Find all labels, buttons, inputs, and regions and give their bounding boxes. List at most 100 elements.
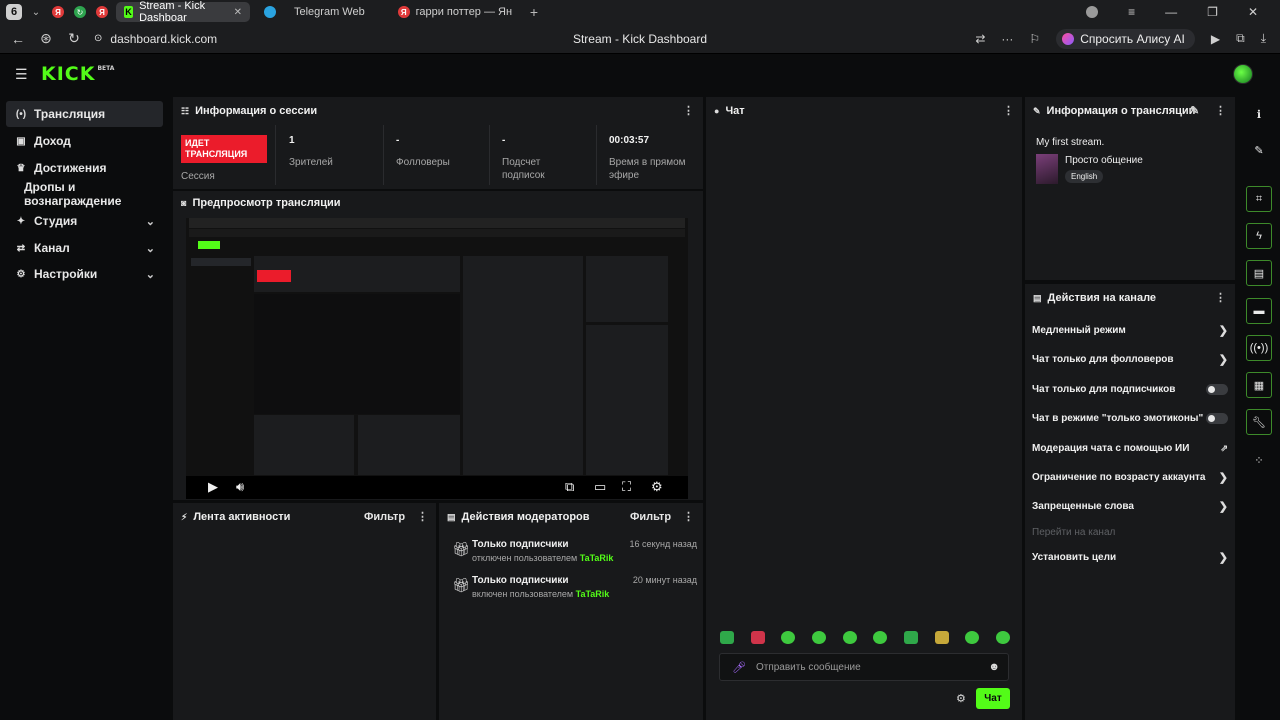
url-field[interactable]: ⊙ dashboard.kick.com (94, 32, 217, 46)
emotes-only-toggle[interactable] (1206, 412, 1228, 424)
fullscreen-icon[interactable]: ⛶ (622, 479, 631, 495)
alice-button[interactable]: Спросить Алису AI (1056, 28, 1195, 49)
mod-item-user[interactable]: TaTaRik (576, 589, 610, 599)
action-label: Перейти на канал (1032, 526, 1116, 538)
kebab-menu-icon[interactable]: ⋮ (683, 104, 694, 117)
bookmark-icon[interactable]: ⚐ (1029, 32, 1040, 46)
edit-icon[interactable]: ✎ (1246, 137, 1272, 163)
info-icon[interactable]: ℹ (1246, 101, 1272, 127)
profile-icon[interactable] (1086, 6, 1099, 18)
volume-icon[interactable]: 🔊︎ (236, 479, 244, 495)
menu-icon[interactable]: ≡ (1128, 5, 1135, 19)
hamburger-menu-icon[interactable]: ☰ (15, 66, 28, 83)
divider (275, 125, 276, 185)
panel-title: Действия на канале (1047, 292, 1157, 304)
emote-icon[interactable] (811, 631, 826, 644)
emote-icon[interactable] (720, 631, 734, 644)
kick-logo[interactable]: KICK BETA (41, 63, 114, 85)
microphone-icon[interactable]: 🎤︎ (732, 661, 746, 674)
mod-item-time: 16 секунд назад (629, 539, 697, 549)
kebab-menu-icon[interactable]: ⋮ (1215, 104, 1226, 117)
pip-icon[interactable]: ⧉ (565, 479, 574, 495)
account-age-item[interactable]: Ограничение по возрасту аккаунта ❯ (1032, 467, 1228, 487)
avatar[interactable] (1233, 64, 1253, 84)
emote-icon[interactable] (781, 631, 796, 644)
chat-settings-icon[interactable]: ⚙ (956, 692, 966, 705)
tab-yandex-search[interactable]: Я гарри поттер — Яндекс: н (390, 2, 520, 22)
yandex-tab-icon[interactable]: Я (94, 4, 110, 20)
sidebar-item-settings[interactable]: ⚙ Настройки ⌄ (6, 261, 163, 287)
panel-title: Информация о сессии (195, 105, 318, 117)
set-goals-item[interactable]: Установить цели ❯ (1032, 547, 1228, 567)
stat-subscriptions: - Подсчет подписок (502, 125, 582, 182)
tab-telegram[interactable]: Telegram Web (256, 2, 384, 22)
kebab-menu-icon[interactable]: ⋮ (417, 510, 428, 523)
yandex-tab-icon[interactable]: Я (50, 4, 66, 20)
restore-icon[interactable]: ❐ (1207, 5, 1218, 19)
sidebar-item-label: Студия (34, 214, 78, 228)
broadcast-icon[interactable]: ((•)) (1246, 335, 1272, 361)
capture-icon[interactable]: ⌗ (1246, 186, 1272, 212)
kebab-menu-icon[interactable]: ⋮ (683, 510, 694, 523)
site-info-icon[interactable]: ⊙ (94, 33, 102, 44)
filter-button[interactable]: Фильтр (364, 511, 405, 523)
emote-icon[interactable] (873, 631, 888, 644)
sidebar-item-achievements[interactable]: ♛ Достижения (6, 155, 163, 181)
refresh-tab-icon[interactable]: ↻ (72, 4, 88, 20)
gear-icon[interactable]: ⚙ (651, 479, 663, 495)
downloads-icon[interactable]: ⤓ (1261, 31, 1266, 46)
close-window-icon[interactable]: ✕ (1248, 5, 1258, 19)
sidebar-item-label: Канал (34, 241, 70, 255)
emote-icon[interactable] (995, 631, 1010, 644)
media-icon[interactable]: ▶ (1211, 32, 1220, 46)
banned-words-item[interactable]: Запрещенные слова ❯ (1032, 496, 1228, 516)
translate-icon[interactable]: ⇄ (975, 32, 985, 46)
filter-button[interactable]: Фильтр (630, 511, 671, 523)
close-icon[interactable]: ✕ (234, 7, 242, 18)
tab-kick-dashboard[interactable]: K Stream - Kick Dashboar ✕ (116, 0, 250, 24)
kick-favicon-icon: K (124, 6, 134, 18)
tab-count-badge[interactable]: 6 (6, 4, 22, 20)
emote-icon[interactable] (934, 631, 949, 644)
wrench-icon[interactable]: 🔧︎ (1246, 409, 1272, 435)
ai-moderation-item[interactable]: Модерация чата с помощью ИИ ⇗ (1032, 438, 1228, 458)
collections-icon[interactable]: ⧉ (1236, 31, 1245, 46)
play-icon[interactable]: ▶ (208, 479, 218, 495)
kebab-menu-icon[interactable]: ⋮ (1003, 104, 1014, 117)
mod-item-user[interactable]: TaTaRik (580, 553, 614, 563)
sidebar-item-studio[interactable]: ✦ Студия ⌄ (6, 208, 163, 234)
sidebar-item-stream[interactable]: (•) Трансляция (6, 101, 163, 127)
minimize-icon[interactable]: — (1165, 5, 1177, 19)
layout-icon[interactable]: ▦ (1246, 372, 1272, 398)
lightning-icon[interactable]: ϟ (1246, 223, 1272, 249)
stream-preview-video[interactable]: ▶ 🔊︎ ⧉ ▭ ⛶ ⚙ (186, 218, 688, 499)
slow-mode-item[interactable]: Медленный режим ❯ (1032, 320, 1228, 340)
mini-tabbar (189, 218, 685, 228)
new-tab-icon[interactable]: + (526, 4, 542, 20)
back-icon[interactable]: ← (8, 31, 28, 47)
chat-icon[interactable]: ▬ (1246, 298, 1272, 324)
sidebar-item-drops[interactable]: Дропы и вознаграждение (6, 180, 163, 208)
chat-send-button[interactable]: Чат (976, 688, 1010, 709)
sidebar-item-revenue[interactable]: ▣ Доход (6, 128, 163, 154)
chevron-down-icon[interactable]: ⌄ (28, 4, 44, 20)
emote-icon[interactable] (750, 631, 765, 644)
edit-icon[interactable]: ✎ (1190, 104, 1199, 117)
chevron-down-icon: ⌄ (145, 215, 155, 228)
emote-icon[interactable] (965, 631, 980, 644)
yandex-home-icon[interactable]: ⊛ (36, 30, 56, 47)
reload-icon[interactable]: ↻ (64, 30, 84, 47)
notes-icon[interactable]: ▤ (1246, 260, 1272, 286)
emote-icon[interactable] (842, 631, 857, 644)
apps-icon[interactable]: ⁘ (1246, 447, 1272, 473)
emoji-icon[interactable]: ☻ (988, 661, 1000, 673)
sidebar-item-channel[interactable]: ⇄ Канал ⌄ (6, 235, 163, 261)
more-icon[interactable]: ··· (1001, 32, 1013, 46)
emote-icon[interactable] (903, 631, 918, 644)
subscribers-only-toggle[interactable] (1206, 383, 1228, 395)
theater-icon[interactable]: ▭ (594, 479, 606, 495)
chat-message-input[interactable]: 🎤︎ Отправить сообщение ☻ (719, 653, 1009, 681)
followers-only-item[interactable]: Чат только для фолловеров ❯ (1032, 349, 1228, 369)
kebab-menu-icon[interactable]: ⋮ (1215, 291, 1226, 304)
action-label: Чат в режиме "только эмотиконы" (1032, 412, 1204, 424)
